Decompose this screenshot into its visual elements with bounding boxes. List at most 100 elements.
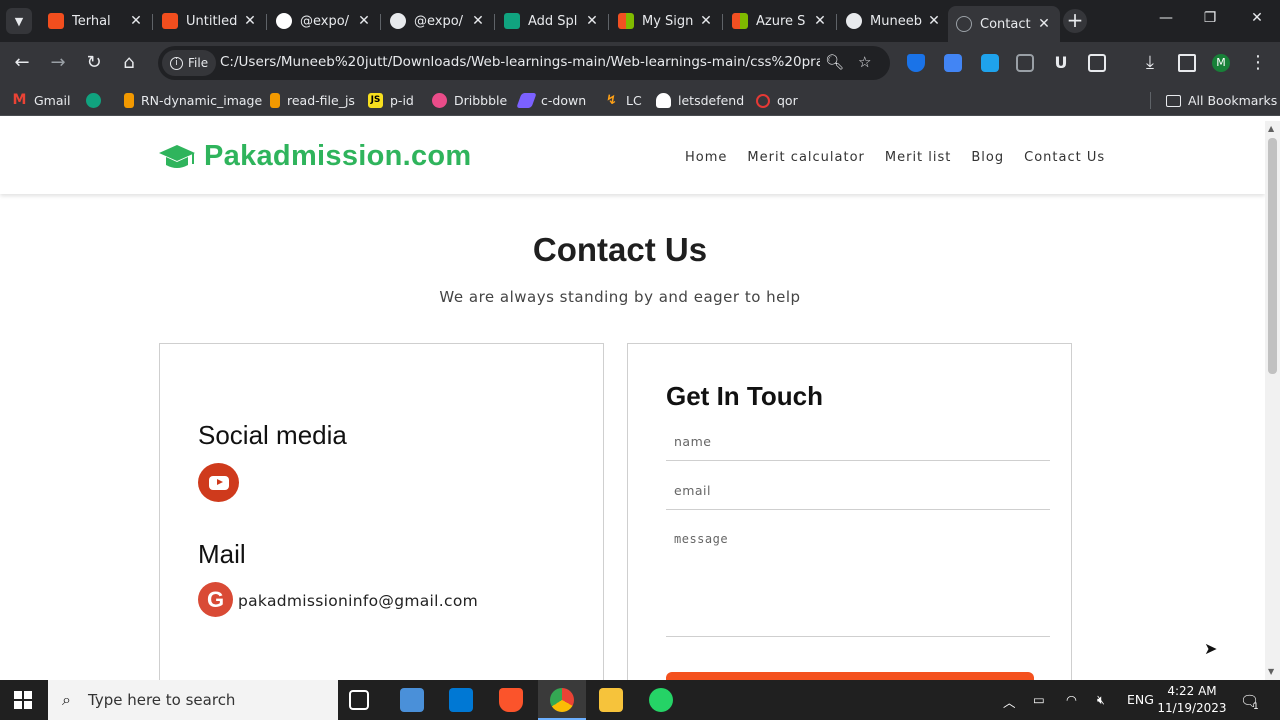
name-field[interactable]: name [666,434,1050,461]
profile-avatar[interactable]: M [1212,54,1230,72]
site-logo[interactable]: Pakadmission.com [158,140,472,173]
tab-muneeb[interactable]: Muneeb ✕ [838,6,950,36]
figma-icon [48,13,64,29]
bookmark-c-down[interactable]: c-down [516,92,586,109]
download-icon[interactable]: ⤓ [1138,51,1162,75]
app-icon[interactable] [400,688,424,712]
youtube-icon[interactable] [198,463,239,502]
message-field[interactable]: message [666,532,1050,637]
vscode-icon[interactable] [449,688,473,712]
close-icon[interactable]: ✕ [926,13,942,29]
close-icon[interactable]: ✕ [698,13,714,29]
tab-add-spl[interactable]: Add Spl ✕ [496,6,609,36]
wifi-icon[interactable]: ◠ [1066,692,1077,707]
tab-my-sign[interactable]: My Sign ✕ [610,6,723,36]
scroll-thumb[interactable] [1268,138,1277,374]
bookmark-star-icon[interactable]: ☆ [858,53,871,71]
nav-home[interactable]: Home [685,150,727,165]
search-icon: ⌕ [62,690,71,709]
whatsapp-icon[interactable] [649,688,673,712]
restore-icon[interactable]: ❐ [1200,10,1220,26]
extension-icon[interactable] [1016,54,1034,72]
tab-label: Contact [980,16,1031,32]
tab-expo-2[interactable]: @expo/ ✕ [382,6,495,36]
tab-expo-1[interactable]: @expo/ ✕ [268,6,381,36]
side-panel-icon[interactable] [1178,54,1196,72]
bookmark-read-file-js[interactable]: read-file_js [270,92,355,109]
scroll-down-icon[interactable]: ▼ [1268,667,1274,676]
brave-icon[interactable] [499,688,523,712]
reload-icon[interactable]: ↻ [82,51,106,75]
zoom-icon[interactable]: 🔍︎ [825,53,844,71]
volume-muted-icon[interactable]: 🔇︎ [1097,692,1105,708]
address-bar[interactable]: i File C:/Users/Muneeb%20jutt/Downloads/… [158,46,890,80]
tab-terhal[interactable]: Terhal ✕ [40,6,153,36]
forward-icon[interactable]: → [46,51,70,75]
menu-icon[interactable]: ⋮ [1246,51,1270,75]
tab-untitled[interactable]: Untitled ✕ [154,6,267,36]
github-icon [390,13,406,29]
globe-icon [956,16,972,32]
battery-icon[interactable]: ▭ [1033,692,1045,707]
bookmark-chatgpt[interactable] [86,92,101,109]
file-explorer-icon[interactable] [599,688,623,712]
submit-button[interactable] [666,672,1034,680]
nav-merit-list[interactable]: Merit list [885,150,952,165]
bookmark-dribbble[interactable]: Dribbble [432,92,507,109]
taskbar-clock[interactable]: 4:22 AM 11/19/2023 [1156,683,1228,717]
email-field[interactable]: email [666,483,1050,510]
taskbar-search[interactable]: ⌕ Type here to search [48,680,338,720]
chip-label: File [188,56,209,70]
contact-form-card: Get In Touch name email message [627,343,1072,680]
windows-start-icon[interactable] [14,691,32,709]
bookmark-qor[interactable]: qor [756,92,798,109]
close-icon[interactable]: ✕ [470,13,486,29]
tab-search-button[interactable]: ▼ [6,8,32,34]
scroll-to-top-icon[interactable]: ➤ [1204,639,1217,658]
close-icon[interactable]: ✕ [356,13,372,29]
translate-extension-icon[interactable] [944,54,962,72]
close-icon[interactable]: ✕ [242,13,258,29]
mail-heading: Mail [198,539,246,569]
close-icon[interactable]: ✕ [1036,16,1052,32]
all-bookmarks-button[interactable]: All Bookmarks [1166,92,1277,109]
bookmark-p-id[interactable]: JS p-id [368,92,414,109]
task-view-icon[interactable] [349,690,369,710]
graduation-cap-icon [159,144,195,168]
bookmark-gmail[interactable]: M Gmail [12,92,71,109]
extension-icon[interactable] [981,54,999,72]
page-scrollbar[interactable]: ▲ ▼ [1265,121,1280,680]
scroll-up-icon[interactable]: ▲ [1268,124,1274,133]
nav-blog[interactable]: Blog [971,150,1004,165]
new-tab-button[interactable]: + [1063,9,1087,33]
close-window-icon[interactable]: ✕ [1247,10,1267,26]
puzzle-extensions-icon[interactable] [1088,54,1106,72]
bookmark-lc[interactable]: ↯ LC [604,92,642,109]
chrome-icon[interactable] [550,688,574,712]
email-address[interactable]: pakadmissioninfo@gmail.com [238,592,478,610]
page-subtitle: We are always standing by and eager to h… [439,288,801,306]
bookmark-letsdefend[interactable]: letsdefend [656,92,744,109]
back-icon[interactable]: ← [10,51,34,75]
extension-u-icon[interactable]: U [1052,54,1070,72]
tab-contact[interactable]: Contact ✕ [948,6,1060,42]
language-indicator[interactable]: ENG [1127,692,1154,707]
bookmark-label: Gmail [34,93,71,108]
home-icon[interactable]: ⌂ [117,51,141,75]
bookmark-rn-dynamic-image[interactable]: RN-dynamic_image [124,92,262,109]
windows-taskbar: ⌕ Type here to search ︿ ▭ ◠ 🔇︎ ENG 4:22 … [0,680,1280,720]
minimize-icon[interactable]: — [1156,10,1176,26]
tab-azure[interactable]: Azure S ✕ [724,6,837,36]
page-viewport: Pakadmission.com Home Merit calculator M… [0,121,1265,680]
url-text[interactable]: C:/Users/Muneeb%20jutt/Downloads/Web-lea… [220,54,820,70]
close-icon[interactable]: ✕ [812,13,828,29]
site-info-chip[interactable]: i File [162,50,217,76]
social-media-heading: Social media [198,420,347,450]
close-icon[interactable]: ✕ [128,13,144,29]
nav-contact-us[interactable]: Contact Us [1024,150,1105,165]
close-icon[interactable]: ✕ [584,13,600,29]
shield-extension-icon[interactable] [907,54,925,72]
figma-icon [162,13,178,29]
tray-overflow-icon[interactable]: ︿ [1003,692,1016,711]
nav-merit-calculator[interactable]: Merit calculator [747,150,865,165]
